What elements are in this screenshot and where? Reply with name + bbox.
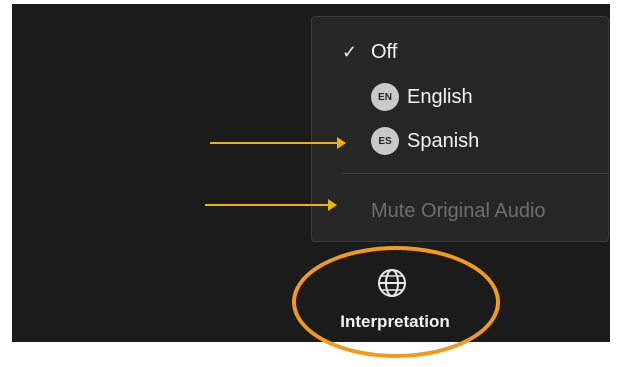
menu-divider <box>342 173 608 174</box>
checkmark-icon: ✓ <box>342 41 358 62</box>
menu-item-mute-original-audio[interactable]: Mute Original Audio <box>312 193 608 229</box>
menu-item-spanish[interactable]: ES Spanish <box>312 123 608 159</box>
menu-item-label: English <box>407 85 473 108</box>
language-badge: EN <box>371 83 399 111</box>
annotation-arrow <box>210 137 346 149</box>
annotation-arrow <box>205 199 337 211</box>
highlight-circle <box>292 246 500 358</box>
menu-item-english[interactable]: EN English <box>312 79 608 115</box>
menu-item-label: Off <box>371 40 398 63</box>
language-badge: ES <box>371 127 399 155</box>
menu-item-off[interactable]: ✓ Off <box>312 34 608 70</box>
menu-item-label: Mute Original Audio <box>371 199 546 222</box>
interpretation-menu: ✓ Off EN English ES Spanish Mute Origina… <box>311 16 609 242</box>
menu-item-label: Spanish <box>407 129 480 152</box>
